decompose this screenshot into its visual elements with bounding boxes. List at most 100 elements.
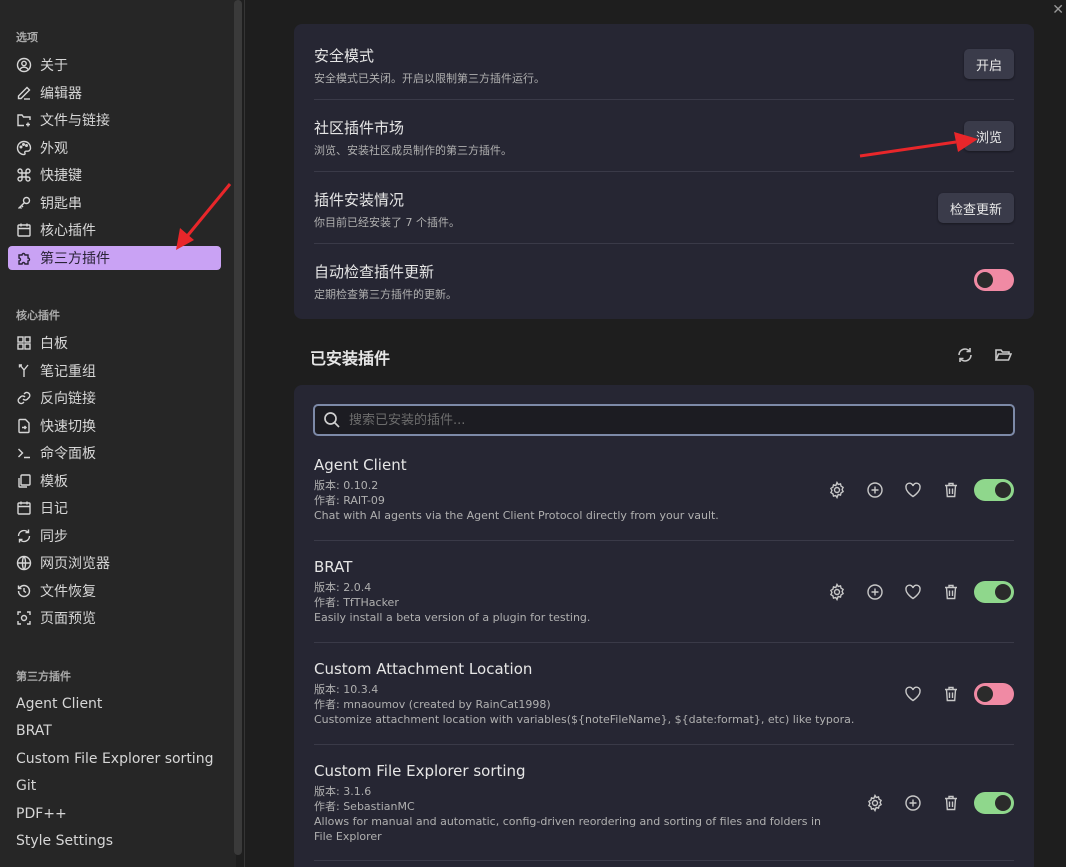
command-icon (16, 167, 32, 183)
sidebar-item-file-recovery[interactable]: 文件恢复 (8, 579, 221, 603)
install-status-desc: 你目前已经安装了 7 个插件。 (314, 216, 460, 229)
sidebar-plugin-git[interactable]: Git (16, 778, 36, 794)
close-icon[interactable]: ✕ (1052, 2, 1064, 18)
safe-mode-title: 安全模式 (314, 47, 375, 65)
trash-icon[interactable] (942, 685, 960, 703)
add-hotkey-icon[interactable] (866, 583, 884, 601)
sidebar-item-label: 白板 (40, 336, 68, 352)
browse-button[interactable]: 浏览 (964, 121, 1014, 151)
community-row: 社区插件市场 浏览、安装社区成员制作的第三方插件。 (314, 117, 1014, 158)
sidebar-item-canvas[interactable]: 白板 (8, 331, 221, 355)
divider (314, 540, 1014, 541)
sidebar-scrollbar[interactable] (234, 0, 242, 855)
sidebar-item-label: 编辑器 (40, 86, 82, 102)
plugin-description: Customize attachment location with varia… (314, 713, 855, 726)
sidebar-item-sync[interactable]: 同步 (8, 524, 221, 548)
plugin-enable-toggle[interactable] (974, 683, 1014, 705)
settings-gear-icon[interactable] (828, 480, 846, 500)
sidebar-item-quick-switcher[interactable]: 快速切换 (8, 414, 221, 438)
sidebar-item-keychain[interactable]: 钥匙串 (8, 191, 221, 215)
add-hotkey-icon[interactable] (866, 481, 884, 499)
plugin-search-box[interactable] (313, 404, 1015, 436)
settings-gear-icon[interactable] (866, 793, 884, 813)
install-status-row: 插件安装情况 你目前已经安装了 7 个插件。 (314, 189, 1014, 230)
heart-icon[interactable] (904, 481, 922, 499)
divider (314, 860, 1014, 861)
install-status-title: 插件安装情况 (314, 191, 405, 209)
sidebar-item-label: 页面预览 (40, 611, 96, 627)
sidebar-item-label: 网页浏览器 (40, 556, 110, 572)
plugin-settings-card: 安全模式 安全模式已关闭。开启以限制第三方插件运行。 开启 社区插件市场 浏览、… (294, 24, 1034, 319)
plugin-description: Easily install a beta version of a plugi… (314, 611, 591, 624)
check-updates-button[interactable]: 检查更新 (938, 193, 1014, 223)
sidebar-item-files-links[interactable]: 文件与链接 (8, 108, 221, 132)
trash-icon[interactable] (942, 481, 960, 499)
safe-mode-desc: 安全模式已关闭。开启以限制第三方插件运行。 (314, 72, 545, 85)
folder-open-icon[interactable] (994, 346, 1013, 364)
folder-link-icon (16, 112, 32, 128)
heart-icon[interactable] (904, 583, 922, 601)
sidebar-item-core-plugins[interactable]: 核心插件 (8, 218, 221, 242)
key-icon (16, 195, 32, 211)
search-input[interactable] (349, 412, 989, 428)
sidebar-item-label: 第三方插件 (40, 251, 110, 267)
reload-icon[interactable] (956, 346, 974, 364)
heart-icon[interactable] (904, 685, 922, 703)
merge-icon (16, 363, 32, 379)
user-circle-icon (16, 57, 32, 73)
sidebar-item-about[interactable]: 关于 (8, 53, 221, 77)
sidebar-item-label: 笔记重组 (40, 364, 96, 380)
pencil-icon (16, 85, 32, 101)
search-icon (323, 411, 341, 429)
settings-gear-icon[interactable] (828, 582, 846, 602)
divider (314, 171, 1014, 172)
sidebar-item-daily-notes[interactable]: 日记 (8, 496, 221, 520)
sidebar-item-label: 模板 (40, 474, 68, 490)
third-section-title: 第三方插件 (16, 670, 71, 683)
sidebar-item-label: 日记 (40, 501, 68, 517)
options-section-title: 选项 (16, 31, 38, 44)
plugin-entry-custom-file-explorer-sorting: Custom File Explorer sorting 版本: 3.1.6 作… (314, 762, 834, 844)
auto-check-row: 自动检查插件更新 定期检查第三方插件的更新。 (314, 261, 1014, 302)
calendar-day-icon (16, 500, 32, 516)
trash-icon[interactable] (942, 794, 960, 812)
plugin-version: 版本: 3.1.6 (314, 785, 372, 798)
sidebar-item-note-composer[interactable]: 笔记重组 (8, 359, 221, 383)
sidebar-item-label: 核心插件 (40, 223, 96, 239)
core-section-title: 核心插件 (16, 309, 60, 322)
community-desc: 浏览、安装社区成员制作的第三方插件。 (314, 144, 512, 157)
template-icon (16, 473, 32, 489)
sidebar-item-label: 外观 (40, 141, 68, 157)
terminal-icon (16, 445, 32, 461)
sidebar-item-backlinks[interactable]: 反向链接 (8, 386, 221, 410)
sync-icon (16, 528, 32, 544)
divider (314, 642, 1014, 643)
safe-mode-button[interactable]: 开启 (964, 49, 1014, 79)
divider (314, 744, 1014, 745)
sidebar-plugin-pdf-plus[interactable]: PDF++ (16, 806, 67, 822)
canvas-icon (16, 335, 32, 351)
sidebar-item-web-viewer[interactable]: 网页浏览器 (8, 551, 221, 575)
auto-check-title: 自动检查插件更新 (314, 263, 435, 281)
trash-icon[interactable] (942, 583, 960, 601)
sidebar-item-label: 快捷键 (40, 168, 82, 184)
sidebar-item-editor[interactable]: 编辑器 (8, 81, 221, 105)
sidebar-item-appearance[interactable]: 外观 (8, 136, 221, 160)
plugin-name: Custom File Explorer sorting (314, 762, 526, 780)
add-hotkey-icon[interactable] (904, 794, 922, 812)
sidebar-item-page-preview[interactable]: 页面预览 (8, 606, 221, 630)
sidebar-item-templates[interactable]: 模板 (8, 469, 221, 493)
plugin-enable-toggle[interactable] (974, 479, 1014, 501)
auto-check-toggle[interactable] (974, 269, 1014, 291)
sidebar-item-hotkeys[interactable]: 快捷键 (8, 163, 221, 187)
sidebar-plugin-style-settings[interactable]: Style Settings (16, 833, 113, 849)
sidebar-item-command-palette[interactable]: 命令面板 (8, 441, 221, 465)
sidebar-plugin-brat[interactable]: BRAT (16, 723, 52, 739)
puzzle-icon (16, 250, 32, 266)
sidebar-item-label: 命令面板 (40, 446, 96, 462)
plugin-enable-toggle[interactable] (974, 792, 1014, 814)
sidebar-plugin-agent-client[interactable]: Agent Client (16, 696, 102, 712)
sidebar-plugin-custom-file-explorer-sorting[interactable]: Custom File Explorer sorting (16, 751, 213, 767)
plugin-enable-toggle[interactable] (974, 581, 1014, 603)
sidebar-item-community-plugins[interactable]: 第三方插件 (8, 246, 221, 270)
